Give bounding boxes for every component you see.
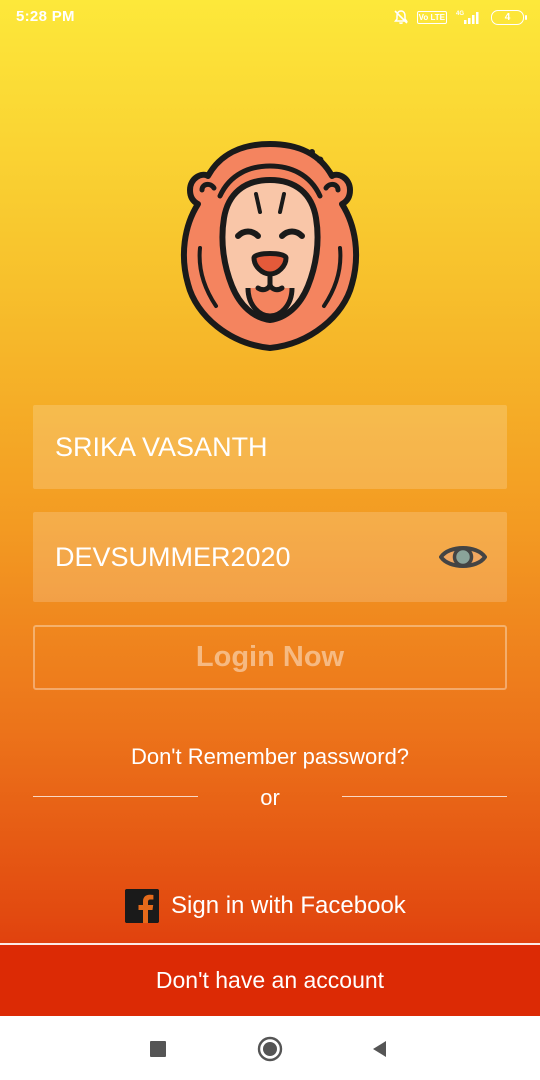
- circle-icon[interactable]: [257, 1036, 283, 1062]
- password-value: DEVSUMMER2020: [55, 541, 291, 572]
- signup-label: Don't have an account: [155, 967, 385, 993]
- username-field[interactable]: SRIKA VASANTH: [33, 405, 507, 489]
- facebook-signin-label: Sign in with Facebook: [171, 892, 406, 919]
- facebook-signin-button[interactable]: Sign in with Facebook: [125, 889, 406, 923]
- status-icons: Vo LTE 4G 4: [393, 7, 527, 27]
- system-nav-bar: [0, 1016, 540, 1080]
- signal-icon: 4G: [456, 11, 479, 24]
- triangle-back-icon[interactable]: [367, 1036, 393, 1062]
- username-value: SRIKA VASANTH: [55, 431, 268, 462]
- volte-badge: Vo LTE: [416, 10, 447, 24]
- forgot-password-link[interactable]: Don't Remember password?: [0, 744, 540, 770]
- or-separator: or: [260, 785, 280, 810]
- signup-link[interactable]: Don't have an account: [0, 943, 540, 1016]
- divider-right: [342, 796, 507, 797]
- svg-text:4G: 4G: [456, 11, 464, 17]
- login-screen: 5:28 PM Vo LTE 4G 4 SRIKA VASANTH DEVSUM…: [0, 0, 540, 1016]
- lion-head-icon: [180, 141, 360, 351]
- battery-icon: 4: [491, 9, 527, 25]
- square-icon[interactable]: [145, 1036, 171, 1062]
- status-bar: 5:28 PM Vo LTE 4G 4: [0, 0, 540, 34]
- eye-icon[interactable]: [439, 540, 487, 574]
- status-time: 5:28 PM: [16, 8, 75, 25]
- facebook-icon: [125, 889, 159, 923]
- password-field[interactable]: DEVSUMMER2020: [33, 512, 507, 602]
- login-button[interactable]: Login Now: [33, 625, 507, 690]
- muted-bell-icon: [393, 10, 408, 24]
